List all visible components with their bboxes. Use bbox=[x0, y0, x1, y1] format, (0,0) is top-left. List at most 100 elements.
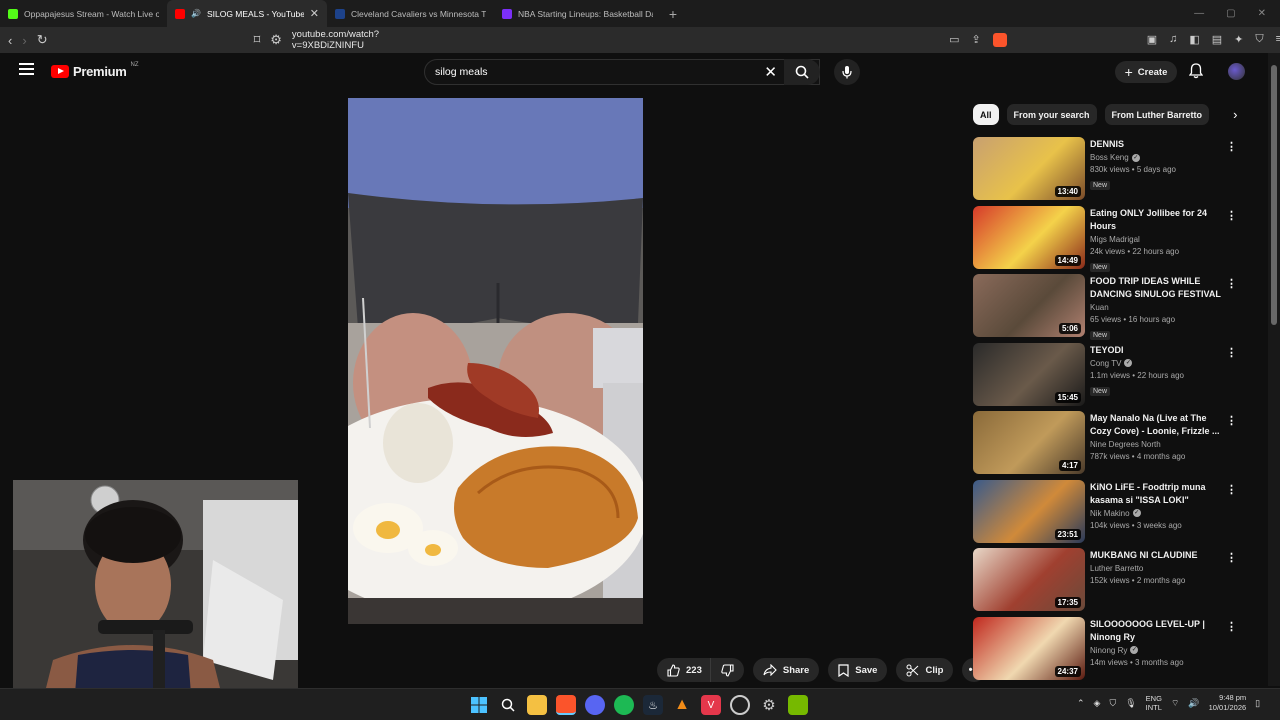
recommendation-item[interactable]: 5:06 FOOD TRIP IDEAS WHILE DANCING SINUL… bbox=[973, 274, 1243, 343]
steam-icon[interactable]: ♨ bbox=[643, 695, 663, 715]
settings-icon[interactable]: ⚙ bbox=[759, 695, 779, 715]
recommendation-item[interactable]: 24:37 SILOOOOOOG LEVEL-UP | Ninong Ry Ni… bbox=[973, 616, 1243, 686]
more-vertical-icon[interactable]: ⋮ bbox=[1226, 346, 1237, 359]
video-player[interactable] bbox=[348, 98, 643, 624]
scrollbar-thumb[interactable] bbox=[1271, 65, 1277, 325]
taskbar-search-icon[interactable] bbox=[498, 695, 518, 715]
spotify-icon[interactable] bbox=[614, 695, 634, 715]
forward-icon[interactable]: › bbox=[22, 33, 26, 48]
account-avatar[interactable] bbox=[1228, 63, 1245, 80]
close-window-icon[interactable]: ✕ bbox=[1258, 8, 1266, 19]
vpn-icon[interactable]: ⛉ bbox=[1255, 33, 1263, 47]
video-thumbnail[interactable]: 14:49 bbox=[973, 205, 1085, 269]
video-thumbnail[interactable]: 17:35 bbox=[973, 548, 1085, 611]
channel-name[interactable]: Nine Degrees North bbox=[1090, 440, 1161, 449]
browser-tab[interactable]: Cleveland Cavaliers vs Minnesota Tim bbox=[327, 0, 494, 27]
media-icon[interactable]: ♫ bbox=[1169, 33, 1177, 47]
bookmark-icon[interactable]: ⌑ bbox=[254, 32, 261, 48]
browser-tab[interactable]: NBA Starting Lineups: Basketball Dai bbox=[494, 0, 661, 27]
channel-name[interactable]: Luther Barretto bbox=[1090, 564, 1143, 573]
overlay-app-icon[interactable] bbox=[730, 695, 750, 715]
share-button[interactable]: Share bbox=[752, 658, 820, 682]
volume-icon[interactable]: 🔊 bbox=[1188, 698, 1199, 709]
channel-name[interactable]: Boss Keng bbox=[1090, 153, 1129, 162]
video-thumbnail[interactable]: 4:17 bbox=[973, 411, 1085, 474]
cast-icon[interactable]: ▭ bbox=[949, 33, 959, 47]
sidebar-icon[interactable]: ◧ bbox=[1189, 33, 1199, 47]
channel-name[interactable]: Cong TV bbox=[1090, 359, 1121, 368]
video-thumbnail[interactable]: 5:06 bbox=[973, 274, 1085, 337]
channel-name[interactable]: Nik Makino bbox=[1090, 509, 1130, 518]
clip-button[interactable]: Clip bbox=[896, 658, 954, 682]
youtube-logo[interactable]: Premium NZ bbox=[51, 62, 139, 79]
video-title[interactable]: MUKBANG NI CLAUDINE bbox=[1090, 549, 1230, 562]
video-thumbnail[interactable]: 24:37 bbox=[973, 616, 1085, 680]
share-page-icon[interactable]: ⇪ bbox=[971, 33, 980, 47]
voice-search-button[interactable] bbox=[834, 59, 860, 85]
maximize-icon[interactable]: ▢ bbox=[1226, 8, 1235, 19]
recommendation-item[interactable]: 4:17 May Nanalo Na (Live at The Cozy Cov… bbox=[973, 411, 1243, 480]
tray-mic-icon[interactable]: 🎙 bbox=[1125, 698, 1136, 709]
recommendation-item[interactable]: 15:45 TEYODI Cong TV ✓ 1.1m views • 22 h… bbox=[973, 342, 1243, 412]
network-icon[interactable]: ◈ bbox=[1094, 698, 1101, 709]
file-explorer-icon[interactable] bbox=[527, 695, 547, 715]
save-button[interactable]: Save bbox=[828, 658, 888, 682]
wallet-icon[interactable]: ▤ bbox=[1212, 33, 1222, 47]
more-vertical-icon[interactable]: ⋮ bbox=[1226, 551, 1237, 564]
windows-start-icon[interactable] bbox=[469, 695, 489, 715]
recommendation-item[interactable]: 23:51 KiNO LiFE - Foodtrip muna kasama s… bbox=[973, 479, 1243, 549]
minimize-icon[interactable]: — bbox=[1194, 8, 1204, 19]
hamburger-menu-icon[interactable] bbox=[19, 63, 34, 75]
more-vertical-icon[interactable]: ⋮ bbox=[1226, 277, 1237, 290]
close-tab-icon[interactable]: ✕ bbox=[310, 7, 319, 20]
wifi-icon[interactable]: ⌔ bbox=[1171, 698, 1179, 709]
video-title[interactable]: TEYODI bbox=[1090, 344, 1230, 357]
video-thumbnail[interactable]: 23:51 bbox=[973, 479, 1085, 543]
recommendation-item[interactable]: 14:49 Eating ONLY Jollibee for 24 Hours … bbox=[973, 205, 1243, 275]
more-vertical-icon[interactable]: ⋮ bbox=[1226, 140, 1237, 153]
site-info-icon[interactable]: ⚙ bbox=[270, 32, 282, 48]
clear-search-icon[interactable]: ✕ bbox=[764, 63, 777, 81]
browser-tab[interactable]: Oppapajesus Stream - Watch Live on bbox=[0, 0, 167, 27]
recommendation-item[interactable]: 13:40 DENNIS Boss Keng ✓ 830k views • 5 … bbox=[973, 137, 1243, 206]
brave-shields-icon[interactable] bbox=[992, 33, 1007, 47]
new-tab-button[interactable]: + bbox=[661, 6, 685, 22]
search-box[interactable]: silog meals ✕ bbox=[424, 59, 820, 85]
chip-all[interactable]: All bbox=[973, 104, 999, 125]
clock[interactable]: 9:48 pm 10/01/2026 bbox=[1209, 693, 1247, 713]
dislike-button[interactable] bbox=[709, 658, 744, 682]
notification-center-icon[interactable]: ▯ bbox=[1255, 698, 1260, 709]
leo-icon[interactable]: ✦ bbox=[1234, 33, 1243, 47]
more-vertical-icon[interactable]: ⋮ bbox=[1226, 483, 1237, 496]
video-thumbnail[interactable]: 13:40 bbox=[973, 137, 1085, 200]
menu-icon[interactable]: ≡ bbox=[1276, 33, 1280, 47]
create-button[interactable]: + Create bbox=[1115, 61, 1177, 83]
video-title[interactable]: KiNO LiFE - Foodtrip muna kasama si "ISS… bbox=[1090, 481, 1230, 507]
video-title[interactable]: SILOOOOOOG LEVEL-UP | Ninong Ry bbox=[1090, 618, 1230, 644]
like-button[interactable]: 223 bbox=[657, 658, 710, 682]
language-indicator[interactable]: ENG INTL bbox=[1146, 694, 1162, 712]
chip-from-your-search[interactable]: From your search bbox=[1006, 104, 1097, 125]
brave-browser-icon[interactable] bbox=[556, 695, 576, 715]
back-icon[interactable]: ‹ bbox=[8, 33, 12, 48]
valorant-icon[interactable]: V bbox=[701, 695, 721, 715]
search-button[interactable] bbox=[784, 59, 820, 85]
notifications-button[interactable] bbox=[1188, 63, 1204, 84]
chevron-right-icon[interactable]: › bbox=[1233, 107, 1237, 122]
more-vertical-icon[interactable]: ⋮ bbox=[1226, 620, 1237, 633]
video-thumbnail[interactable]: 15:45 bbox=[973, 342, 1085, 406]
page-scrollbar[interactable] bbox=[1268, 53, 1280, 686]
channel-name[interactable]: Migs Madrigal bbox=[1090, 235, 1140, 244]
recommendation-item[interactable]: 17:35 MUKBANG NI CLAUDINE Luther Barrett… bbox=[973, 548, 1243, 617]
more-vertical-icon[interactable]: ⋮ bbox=[1226, 414, 1237, 427]
url-field[interactable]: youtube.com/watch?v=9XBDiZNINFU bbox=[292, 29, 379, 51]
reload-icon[interactable]: ↻ bbox=[37, 32, 48, 48]
video-title[interactable]: May Nanalo Na (Live at The Cozy Cove) - … bbox=[1090, 412, 1230, 438]
tray-overflow-icon[interactable]: ⌃ bbox=[1077, 698, 1085, 709]
video-title[interactable]: Eating ONLY Jollibee for 24 Hours bbox=[1090, 207, 1230, 233]
more-vertical-icon[interactable]: ⋮ bbox=[1226, 209, 1237, 222]
shield-icon[interactable]: ⛉ bbox=[1109, 698, 1116, 709]
reader-icon[interactable]: ▣ bbox=[1147, 33, 1157, 47]
chip-from-luther-barretto[interactable]: From Luther Barretto bbox=[1104, 104, 1210, 125]
tab-audio-icon[interactable]: 🔊 bbox=[191, 9, 201, 18]
